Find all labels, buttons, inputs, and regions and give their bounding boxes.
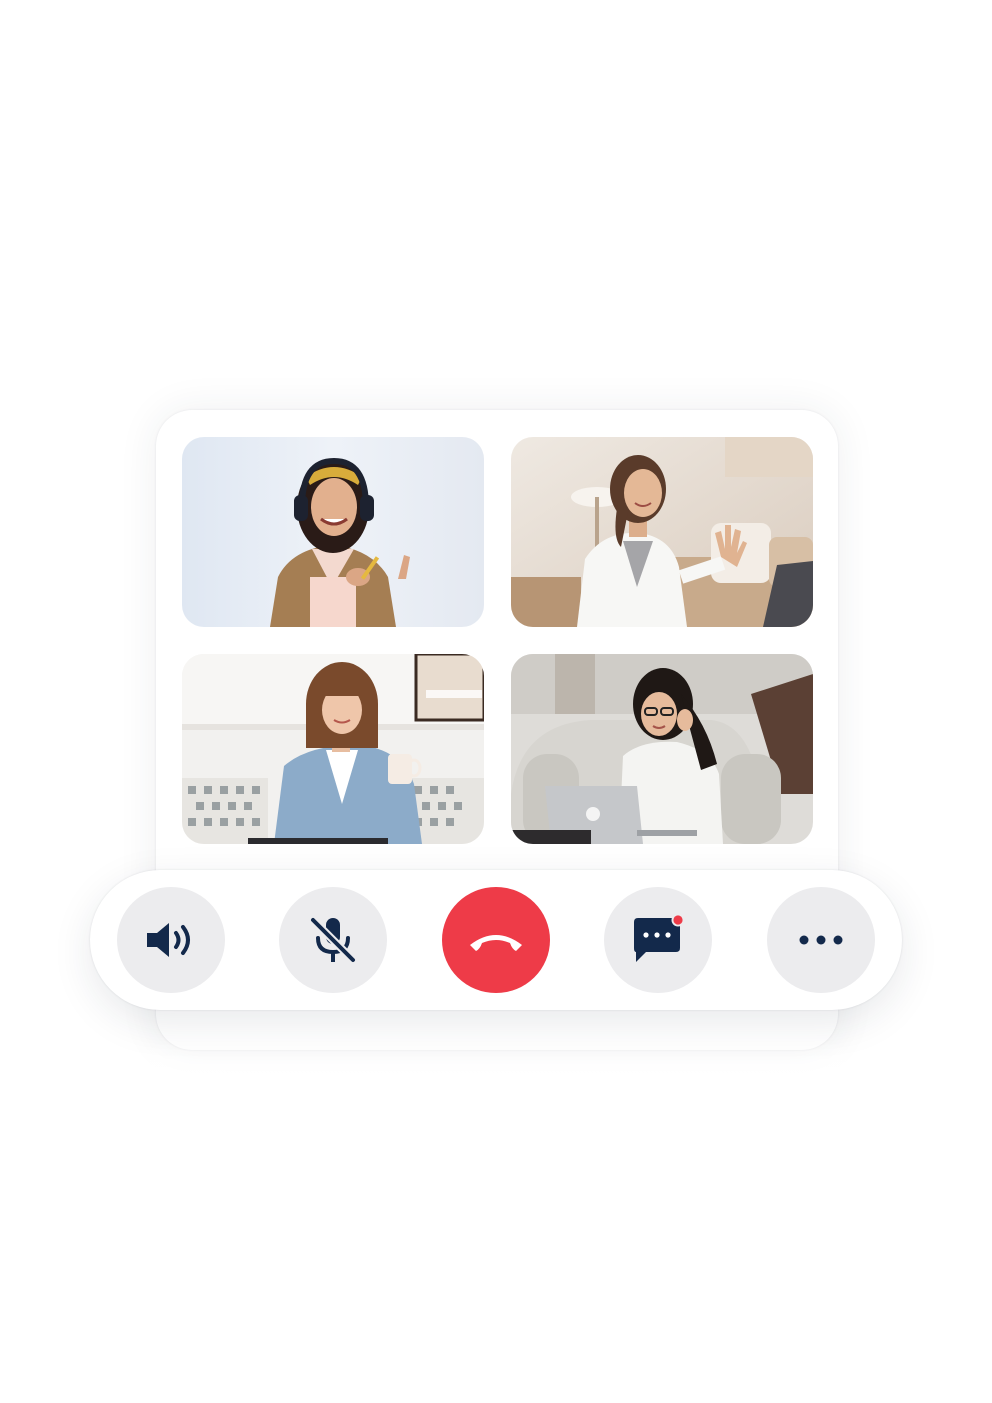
- chat-icon: [634, 914, 685, 962]
- video-call-screen: [0, 0, 992, 1403]
- speaker-button[interactable]: [117, 887, 225, 993]
- participant-video-headphones-woman: [182, 437, 484, 627]
- mute-microphone-button[interactable]: [279, 887, 387, 993]
- participant-video-waving-woman: [511, 437, 813, 627]
- call-control-bar: [90, 870, 902, 1010]
- hang-up-button[interactable]: [442, 887, 550, 993]
- participant-tile-4[interactable]: [511, 654, 813, 844]
- more-options-button[interactable]: [767, 887, 875, 993]
- participant-tile-1[interactable]: [182, 437, 484, 627]
- participant-video-mug-woman: [182, 654, 484, 844]
- speaker-icon: [147, 923, 190, 957]
- more-icon: [799, 935, 843, 945]
- video-grid: [182, 437, 813, 845]
- mic-off-icon: [309, 916, 357, 964]
- participant-tile-2[interactable]: [511, 437, 813, 627]
- participant-tile-3[interactable]: [182, 654, 484, 844]
- hang-up-icon: [470, 935, 522, 951]
- chat-button[interactable]: [604, 887, 712, 993]
- notification-dot: [673, 915, 683, 925]
- participant-video-laptop-woman: [511, 654, 813, 844]
